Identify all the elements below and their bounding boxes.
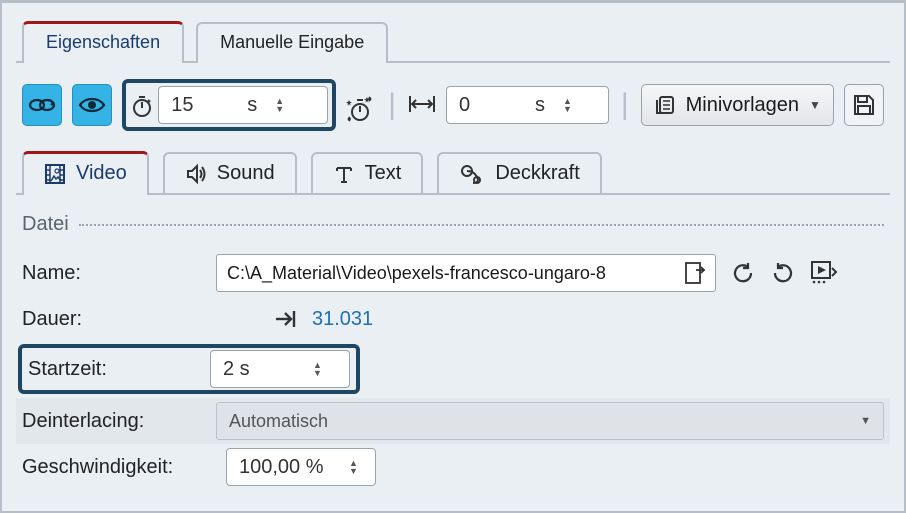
arrow-to-bar-icon xyxy=(274,309,298,329)
spinner-arrows[interactable]: ▲▼ xyxy=(271,97,284,113)
label-dauer: Dauer: xyxy=(22,308,202,331)
spinner-arrows[interactable]: ▲▼ xyxy=(309,361,322,377)
set-duration-button[interactable] xyxy=(274,309,298,329)
text-icon xyxy=(333,163,355,185)
speed-input[interactable]: ▲▼ xyxy=(226,448,376,486)
width-icon xyxy=(408,94,436,116)
row-name: Name: C:\A_Material\Video\pexels-frances… xyxy=(16,250,890,296)
chain-eye-icon xyxy=(28,94,56,116)
name-value: C:\A_Material\Video\pexels-francesco-ung… xyxy=(227,263,606,284)
tab-text[interactable]: Text xyxy=(311,152,424,195)
separator: | xyxy=(386,88,398,122)
rotate-ccw-icon xyxy=(730,260,756,286)
mini-templates-label: Minivorlagen xyxy=(686,94,799,117)
rotate-ccw-button[interactable] xyxy=(730,260,756,286)
section-title: Datei xyxy=(22,213,69,236)
save-icon xyxy=(852,93,876,117)
auto-duration-icon[interactable] xyxy=(346,94,376,116)
save-button[interactable] xyxy=(844,84,884,126)
tab-label: Manuelle Eingabe xyxy=(220,32,364,52)
tab-label: Deckkraft xyxy=(495,162,579,185)
section-header-datei: Datei xyxy=(22,213,884,236)
eye-icon xyxy=(78,94,106,116)
offset-unit: s xyxy=(535,94,551,117)
visibility-link-button[interactable] xyxy=(22,84,62,126)
duration-value[interactable] xyxy=(169,93,239,118)
separator: | xyxy=(619,88,631,122)
sub-tabs: Video Sound Text Deckkraft xyxy=(16,145,890,195)
deinterlacing-select[interactable]: Automatisch ▼ xyxy=(216,402,884,440)
visibility-button[interactable] xyxy=(72,84,112,126)
stopwatch-icon xyxy=(130,94,152,116)
row-startzeit-highlight: Startzeit: ▲▼ xyxy=(18,344,360,394)
label-startzeit: Startzeit: xyxy=(28,358,196,381)
sound-icon xyxy=(185,163,207,185)
row-geschwindigkeit: Geschwindigkeit: ▲▼ xyxy=(16,444,890,490)
duration-highlight: s ▲▼ xyxy=(122,79,336,131)
label-name: Name: xyxy=(22,262,202,285)
name-field[interactable]: C:\A_Material\Video\pexels-francesco-ung… xyxy=(216,254,716,292)
spinner-arrows[interactable]: ▲▼ xyxy=(345,459,358,475)
spinner-arrows[interactable]: ▲▼ xyxy=(559,97,572,113)
tab-eigenschaften[interactable]: Eigenschaften xyxy=(22,21,184,63)
film-icon xyxy=(44,163,66,185)
mini-templates-dropdown[interactable]: Minivorlagen ▼ xyxy=(641,84,834,126)
rotate-cw-button[interactable] xyxy=(770,260,796,286)
row-deinterlacing: Deinterlacing: Automatisch ▼ xyxy=(16,398,890,444)
duration-unit: s xyxy=(247,94,263,117)
speed-value[interactable] xyxy=(237,455,337,480)
tab-label: Video xyxy=(76,162,127,185)
browse-icon[interactable] xyxy=(685,262,705,284)
duration-input[interactable]: s ▲▼ xyxy=(158,86,328,124)
rotate-cw-icon xyxy=(770,260,796,286)
tab-label: Text xyxy=(365,162,402,185)
template-icon xyxy=(654,94,676,116)
startzeit-input[interactable]: ▲▼ xyxy=(210,350,350,388)
tab-label: Sound xyxy=(217,162,275,185)
tab-video[interactable]: Video xyxy=(22,151,149,195)
tab-label: Eigenschaften xyxy=(46,32,160,52)
offset-value[interactable] xyxy=(457,93,527,118)
play-menu-icon xyxy=(810,260,840,286)
dauer-value: 31.031 xyxy=(312,308,373,331)
chevron-down-icon: ▼ xyxy=(860,415,871,427)
deinterlacing-value: Automatisch xyxy=(229,411,328,432)
startzeit-value[interactable] xyxy=(221,357,301,382)
tab-deckkraft[interactable]: Deckkraft xyxy=(437,152,601,195)
label-geschwindigkeit: Geschwindigkeit: xyxy=(22,456,212,479)
opacity-icon xyxy=(459,163,485,185)
properties-panel: Eigenschaften Manuelle Eingabe xyxy=(2,3,904,502)
toolbar: s ▲▼ | s ▲▼ xyxy=(16,63,890,143)
label-deinterlacing: Deinterlacing: xyxy=(22,410,202,433)
tab-sound[interactable]: Sound xyxy=(163,152,297,195)
play-menu-button[interactable] xyxy=(810,260,840,286)
top-tabs: Eigenschaften Manuelle Eingabe xyxy=(16,15,890,63)
row-dauer: Dauer: 31.031 xyxy=(16,296,890,342)
chevron-down-icon: ▼ xyxy=(809,98,821,112)
tab-manuelle-eingabe[interactable]: Manuelle Eingabe xyxy=(196,22,388,63)
offset-input[interactable]: s ▲▼ xyxy=(446,86,609,124)
dotted-divider xyxy=(79,224,884,226)
